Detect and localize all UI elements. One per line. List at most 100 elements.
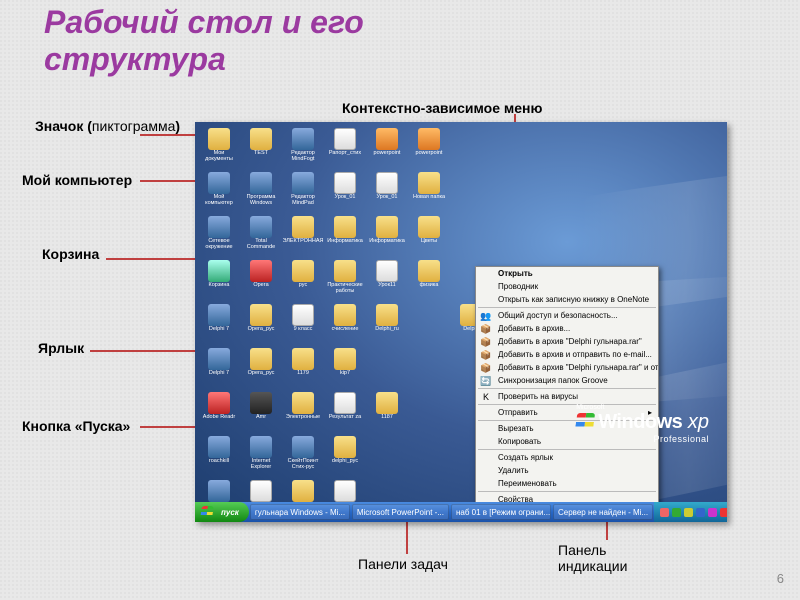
folder-icon: [334, 260, 356, 282]
folder-icon: [250, 128, 272, 150]
desktop-icon[interactable]: Информатика: [325, 214, 365, 256]
context-menu-item[interactable]: 📦Добавить в архив "Delphi гульнара.rar" …: [476, 361, 658, 374]
desktop-icon[interactable]: рус: [283, 258, 323, 300]
taskbar-task[interactable]: Microsoft PowerPoint -...: [352, 504, 449, 520]
desktop-icon[interactable]: 1179: [283, 346, 323, 388]
context-menu-item[interactable]: Открыть как записную книжку в OneNote: [476, 293, 658, 306]
context-menu-item[interactable]: Переименовать: [476, 477, 658, 490]
desktop-icon[interactable]: powerpoint: [409, 126, 449, 168]
desktop-icon[interactable]: Мои документы: [199, 126, 239, 168]
desktop-icon-label: Opera_рус: [248, 371, 275, 377]
folder-icon: [292, 348, 314, 370]
desktop-icon[interactable]: 9 класс: [283, 302, 323, 344]
desktop-icon[interactable]: Delphi 7: [199, 302, 239, 344]
desktop-icon[interactable]: TEST: [241, 126, 281, 168]
context-menu-item[interactable]: Создать ярлык: [476, 451, 658, 464]
system-tray[interactable]: 11:36: [654, 502, 727, 522]
desktop-icon[interactable]: Opera_рус: [241, 302, 281, 344]
desktop-icon-label: roachkill: [209, 459, 229, 465]
desktop-icon-label: Урок11: [378, 283, 395, 289]
desktop-icon[interactable]: Урок11: [367, 258, 407, 300]
desktop-icon[interactable]: Delphi_ru: [367, 302, 407, 344]
desktop-icon[interactable]: Результат za: [325, 390, 365, 432]
menu-item-label: Открыть как записную книжку в OneNote: [498, 295, 649, 304]
tray-icon[interactable]: [720, 508, 727, 517]
desktop-icon[interactable]: Новая папка: [409, 170, 449, 212]
windows-flag-icon: [575, 413, 596, 431]
desktop-icon[interactable]: Корзина: [199, 258, 239, 300]
desktop-icon[interactable]: Программа Windows: [241, 170, 281, 212]
context-menu[interactable]: Открыть Проводник Открыть как записную кни…: [475, 266, 659, 507]
app-icon: [250, 436, 272, 458]
desktop-icon[interactable]: roachkill: [199, 434, 239, 476]
folder-icon: [250, 304, 272, 326]
context-menu-item[interactable]: 👥Общий доступ и безопасность...: [476, 309, 658, 322]
menu-item-label: Открыть: [498, 269, 533, 278]
desktop-icon-label: Программа Windows: [241, 195, 281, 206]
desktop-icon[interactable]: Урок_01: [325, 170, 365, 212]
desktop-icon[interactable]: Рапорт_стих: [325, 126, 365, 168]
context-menu-item[interactable]: Открыть: [476, 267, 658, 280]
tray-icon[interactable]: [684, 508, 693, 517]
desktop-icon[interactable]: Практические работы: [325, 258, 365, 300]
recycle-icon: [208, 260, 230, 282]
tray-icon[interactable]: [672, 508, 681, 517]
app-icon: [292, 436, 314, 458]
taskbar-task[interactable]: Сервер не найден - Mi...: [553, 504, 653, 520]
desktop-icon[interactable]: Информатика: [367, 214, 407, 256]
menu-item-label: Добавить в архив и отправить по e-mail..…: [498, 350, 652, 359]
context-menu-item[interactable]: 📦Добавить в архив и отправить по e-mail.…: [476, 348, 658, 361]
desktop-icon[interactable]: Редактор MindFogt: [283, 126, 323, 168]
desktop-icon[interactable]: Мой компьютер: [199, 170, 239, 212]
desktop-icon[interactable]: 1187: [367, 390, 407, 432]
desktop-icon[interactable]: Opera: [241, 258, 281, 300]
label-tray: Панель индикации: [558, 542, 627, 574]
desktop-icon[interactable]: Delphi 7: [199, 346, 239, 388]
desktop-icon[interactable]: Adobe Readr: [199, 390, 239, 432]
doc-icon: [334, 128, 356, 150]
context-menu-item[interactable]: 📦Добавить в архив "Delphi гульнара.rar": [476, 335, 658, 348]
tray-icon[interactable]: [660, 508, 669, 517]
app-icon: [250, 172, 272, 194]
desktop-icon[interactable]: Редактор MindPad: [283, 170, 323, 212]
desktop-icon[interactable]: Урок_01: [367, 170, 407, 212]
doc-icon: [292, 304, 314, 326]
desktop-icon[interactable]: физика: [409, 258, 449, 300]
desktop-icon[interactable]: Internet Explorer: [241, 434, 281, 476]
menu-item-label: Удалить: [498, 466, 529, 475]
menu-item-icon: 📦: [480, 336, 492, 348]
desktop-icon[interactable]: Электронные: [283, 390, 323, 432]
desktop-icon[interactable]: Total Commande: [241, 214, 281, 256]
context-menu-item[interactable]: Удалить: [476, 464, 658, 477]
desktop-icon-label: Результат za: [329, 415, 361, 421]
desktop-icon-label: powerpoint: [374, 151, 401, 157]
context-menu-item[interactable]: KПроверить на вирусы: [476, 390, 658, 403]
desktop-icon[interactable]: Opera_рус: [241, 346, 281, 388]
desktop-icon[interactable]: kip7: [325, 346, 365, 388]
context-menu-item[interactable]: Проводник: [476, 280, 658, 293]
callout-line: [106, 258, 200, 260]
context-menu-item[interactable]: 📦Добавить в архив...: [476, 322, 658, 335]
app-icon: [208, 216, 230, 238]
start-button[interactable]: пуск: [195, 502, 249, 522]
desktop-icon[interactable]: delphi_рус: [325, 434, 365, 476]
taskbar-task[interactable]: гульнара Windows - Mi...: [250, 504, 350, 520]
desktop-icon[interactable]: СкейтПоинт Стих-рус: [283, 434, 323, 476]
tray-icon[interactable]: [708, 508, 717, 517]
windows-xp-logo: Microsoft Windows xp Professional: [576, 404, 709, 444]
taskbar-task[interactable]: наб 01 в [Режим ограни...: [451, 504, 551, 520]
tray-icon[interactable]: [696, 508, 705, 517]
callout-line: [140, 134, 196, 136]
desktop-icon[interactable]: powerpoint: [367, 126, 407, 168]
label-shortcut: Ярлык: [38, 340, 84, 356]
desktop-icon[interactable]: ЭЛЕКТРОННАЯ: [283, 214, 323, 256]
desktop-icon[interactable]: Сетевое окружение: [199, 214, 239, 256]
doc-icon: [334, 480, 356, 502]
desktop-icon[interactable]: Amr: [241, 390, 281, 432]
desktop-icon[interactable]: счисление: [325, 302, 365, 344]
context-menu-item[interactable]: 🔄Синхронизация папок Groove: [476, 374, 658, 387]
desktop-icon-label: Рапорт_стих: [329, 151, 361, 157]
folder-icon: [376, 304, 398, 326]
desktop-icon[interactable]: Цветы: [409, 214, 449, 256]
folder-icon: [418, 216, 440, 238]
